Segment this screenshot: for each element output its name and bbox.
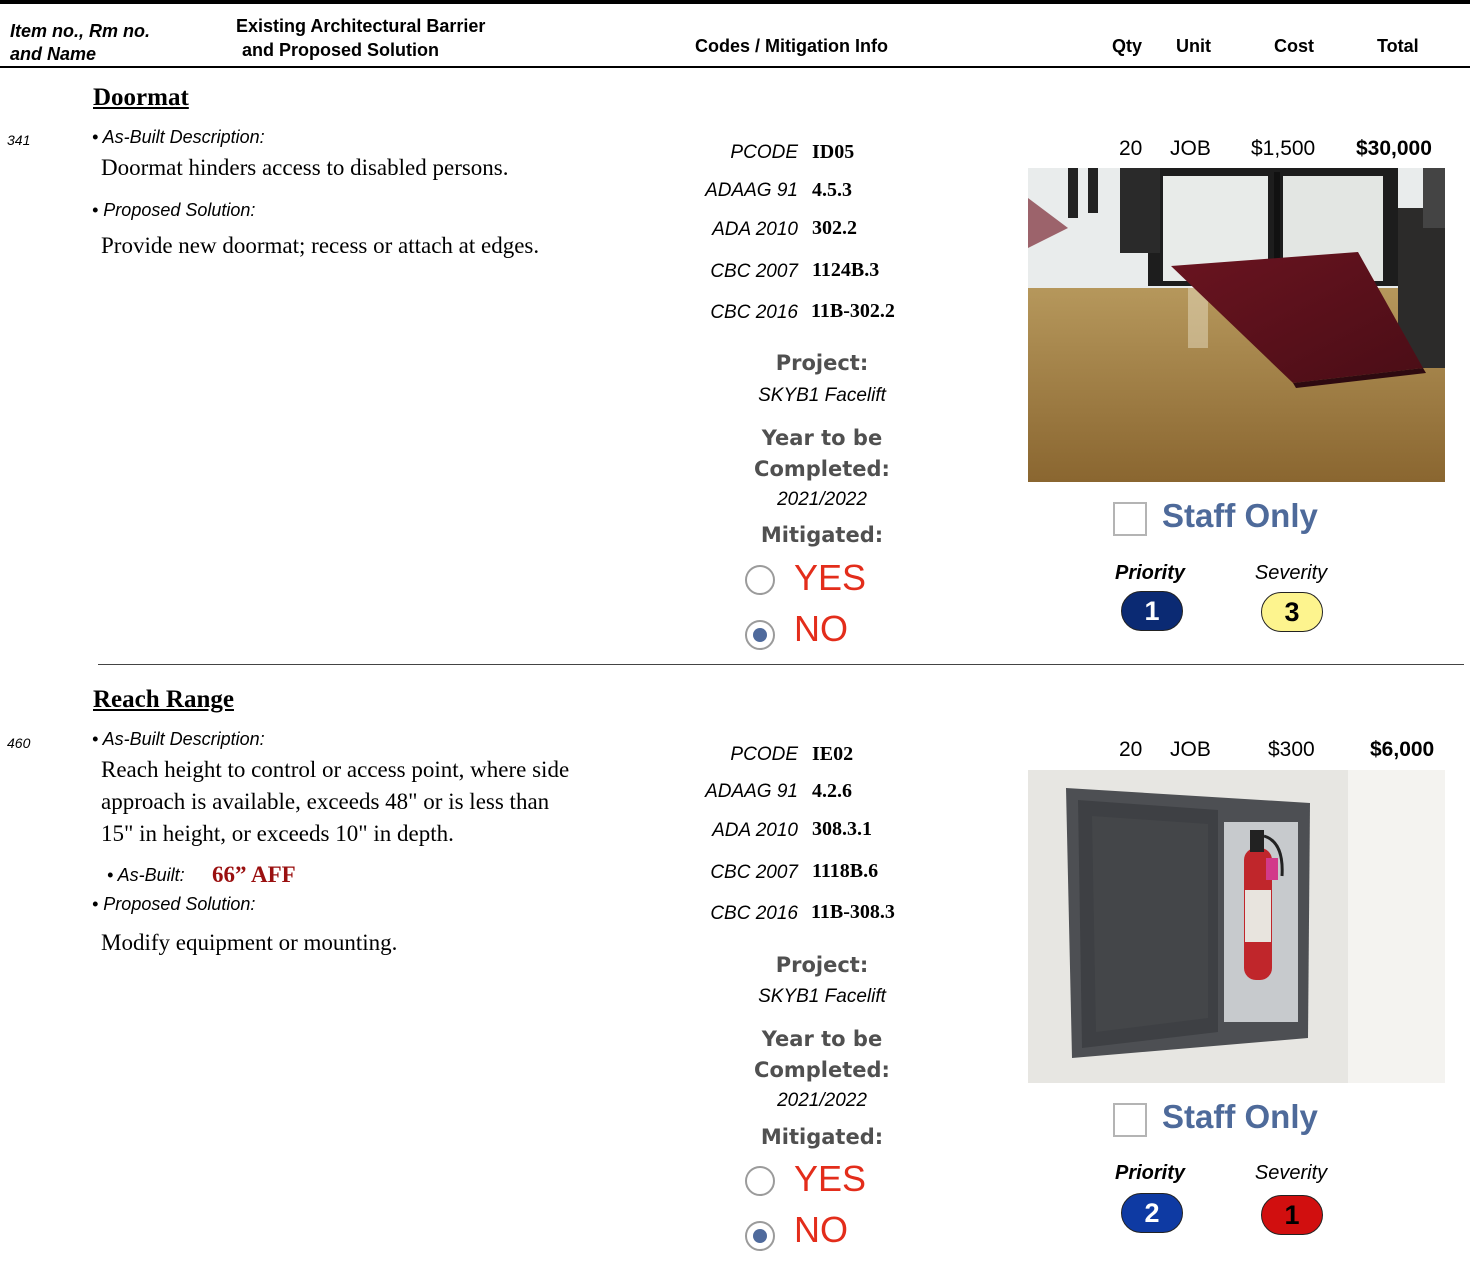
header-item-no-line1: Item no., Rm no. bbox=[10, 21, 151, 41]
staff-only-label: Staff Only bbox=[1162, 497, 1318, 534]
code-value: 308.3.1 bbox=[812, 818, 872, 840]
priority-label: Priority bbox=[1114, 1162, 1186, 1184]
staff-only-checkbox[interactable] bbox=[1113, 1103, 1147, 1137]
header-barrier-line2: and Proposed Solution bbox=[242, 40, 439, 60]
header-total: Total bbox=[1377, 36, 1419, 56]
header-barrier-line1: Existing Architectural Barrier bbox=[236, 16, 486, 36]
header-cost: Cost bbox=[1274, 36, 1314, 56]
proposed-solution-label: • Proposed Solution: bbox=[92, 200, 256, 220]
asbuilt-value: 66” AFF bbox=[212, 862, 296, 887]
item-title: Reach Range bbox=[93, 686, 234, 713]
code-value: 4.2.6 bbox=[812, 780, 852, 802]
code-label: CBC 2016 bbox=[710, 903, 798, 924]
year-label: Completed: bbox=[754, 1058, 890, 1082]
proposed-solution-label: • Proposed Solution: bbox=[92, 894, 256, 914]
year-label: Completed: bbox=[754, 457, 890, 481]
staff-only-checkbox[interactable] bbox=[1113, 502, 1147, 536]
mitigated-no-label: NO bbox=[794, 1209, 848, 1250]
code-value: ID05 bbox=[812, 141, 855, 163]
severity-badge: 1 bbox=[1261, 1195, 1323, 1235]
code-label: ADAAG 91 bbox=[705, 781, 798, 802]
asbuilt-label: • As-Built: bbox=[107, 865, 185, 885]
total-value: $6,000 bbox=[1370, 738, 1435, 761]
mitigated-label: Mitigated: bbox=[760, 1125, 884, 1149]
code-label: CBC 2016 bbox=[710, 302, 798, 323]
mitigated-yes-radio[interactable] bbox=[745, 565, 775, 595]
unit-value: JOB bbox=[1170, 137, 1211, 160]
code-label: ADAAG 91 bbox=[705, 180, 798, 201]
header-item-no-line2: and Name bbox=[10, 44, 97, 64]
unit-value: JOB bbox=[1170, 738, 1211, 761]
cost-value: $1,500 bbox=[1251, 137, 1316, 160]
mitigated-no-radio[interactable] bbox=[745, 1221, 775, 1251]
asbuilt-description: Doormat hinders access to disabled perso… bbox=[101, 155, 509, 180]
mitigated-yes-label: YES bbox=[794, 557, 867, 598]
asbuilt-description-label: • As-Built Description: bbox=[92, 729, 265, 749]
code-label: ADA 2010 bbox=[712, 820, 798, 841]
year-label: Year to be bbox=[761, 426, 883, 450]
mitigated-yes-radio[interactable] bbox=[745, 1166, 775, 1196]
header-qty: Qty bbox=[1112, 36, 1143, 56]
project-value: SKYB1 Facelift bbox=[758, 986, 886, 1007]
asbuilt-description-line: Reach height to control or access point,… bbox=[101, 757, 570, 782]
mitigated-no-radio[interactable] bbox=[745, 620, 775, 650]
code-value: 4.5.3 bbox=[812, 179, 852, 201]
cost-value: $300 bbox=[1268, 738, 1315, 761]
code-value: IE02 bbox=[812, 743, 854, 765]
extinguisher-cabinet-photo bbox=[1028, 770, 1445, 1083]
severity-label: Severity bbox=[1254, 562, 1328, 584]
doormat-photo bbox=[1028, 168, 1445, 482]
code-label: PCODE bbox=[730, 142, 798, 163]
project-label: Project: bbox=[775, 351, 869, 375]
header-rule bbox=[0, 66, 1470, 68]
item-number: 460 bbox=[7, 735, 31, 751]
asbuilt-description-line: 15" in height, or exceeds 10" in depth. bbox=[101, 821, 454, 846]
radio-selected-dot bbox=[753, 1229, 767, 1243]
code-label: CBC 2007 bbox=[710, 261, 798, 282]
code-value: 1118B.6 bbox=[812, 860, 879, 882]
qty-value: 20 bbox=[1119, 137, 1143, 160]
proposed-solution: Modify equipment or mounting. bbox=[101, 930, 398, 955]
priority-label: Priority bbox=[1114, 562, 1186, 584]
header-codes: Codes / Mitigation Info bbox=[695, 36, 888, 56]
mitigated-label: Mitigated: bbox=[760, 523, 884, 547]
code-label: ADA 2010 bbox=[712, 219, 798, 240]
mitigated-no-label: NO bbox=[794, 608, 848, 649]
qty-value: 20 bbox=[1119, 738, 1143, 761]
item-title: Doormat bbox=[93, 84, 189, 111]
year-value: 2021/2022 bbox=[777, 1090, 867, 1111]
code-label: PCODE bbox=[730, 744, 798, 765]
code-value: 11B-308.3 bbox=[811, 901, 895, 923]
year-label: Year to be bbox=[761, 1027, 883, 1051]
year-value: 2021/2022 bbox=[777, 489, 867, 510]
code-value: 302.2 bbox=[812, 217, 857, 239]
total-value: $30,000 bbox=[1356, 137, 1432, 160]
item-separator bbox=[98, 664, 1464, 665]
top-rule bbox=[0, 0, 1470, 4]
header-unit: Unit bbox=[1176, 36, 1211, 56]
project-value: SKYB1 Facelift bbox=[758, 385, 886, 406]
item-number: 341 bbox=[7, 132, 31, 148]
code-value: 1124B.3 bbox=[812, 259, 880, 281]
proposed-solution: Provide new doormat; recess or attach at… bbox=[101, 233, 540, 258]
priority-badge: 2 bbox=[1121, 1193, 1183, 1233]
severity-badge: 3 bbox=[1261, 592, 1323, 632]
project-label: Project: bbox=[775, 953, 869, 977]
code-label: CBC 2007 bbox=[710, 862, 798, 883]
staff-only-label: Staff Only bbox=[1162, 1098, 1318, 1135]
severity-label: Severity bbox=[1254, 1162, 1328, 1184]
code-value: 11B-302.2 bbox=[811, 300, 895, 322]
priority-badge: 1 bbox=[1121, 591, 1183, 631]
asbuilt-description-line: approach is available, exceeds 48" or is… bbox=[101, 789, 550, 814]
radio-selected-dot bbox=[753, 628, 767, 642]
mitigated-yes-label: YES bbox=[794, 1158, 867, 1199]
asbuilt-description-label: • As-Built Description: bbox=[92, 127, 265, 147]
